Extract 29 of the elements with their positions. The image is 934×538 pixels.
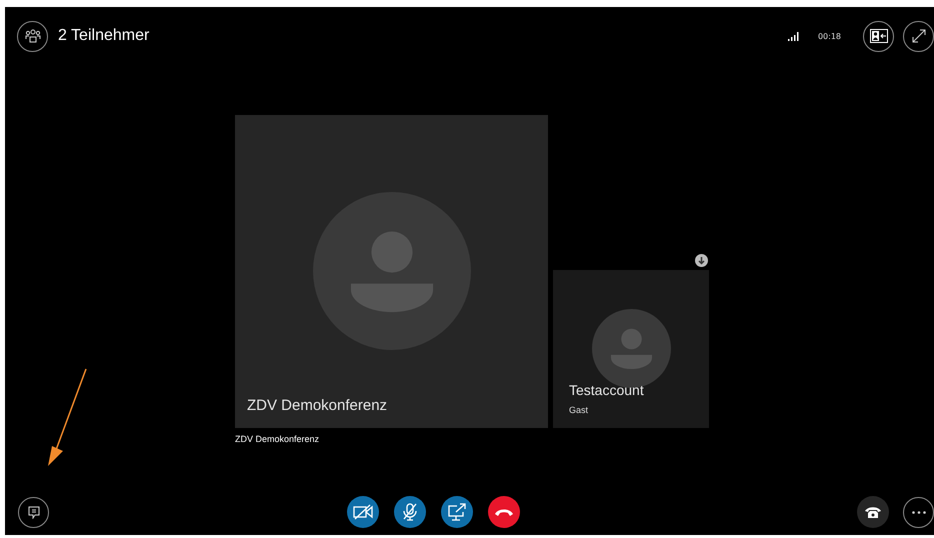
- signal-icon: [788, 32, 800, 40]
- participant-count: 2 Teilnehmer: [58, 27, 150, 45]
- chat-icon: [28, 506, 40, 518]
- avatar-icon: [312, 192, 470, 350]
- hang-up-icon: [494, 507, 514, 517]
- mic-off-icon: [402, 503, 418, 521]
- download-icon[interactable]: [695, 254, 708, 267]
- hangup-button[interactable]: [488, 496, 520, 528]
- participant-name: ZDV Demokonferenz: [247, 397, 388, 414]
- contact-card-icon: [870, 29, 888, 43]
- participant-role: Gast: [569, 405, 588, 415]
- share-screen-icon: [446, 503, 466, 521]
- telephone-icon: [865, 506, 881, 518]
- participant-name: Testaccount: [569, 382, 644, 398]
- share-button[interactable]: [440, 496, 472, 528]
- more-icon: [912, 510, 926, 514]
- fullscreen-button[interactable]: [903, 20, 934, 52]
- chat-button[interactable]: [18, 496, 49, 528]
- expand-icon: [912, 29, 926, 43]
- people-icon: [24, 29, 40, 43]
- participants-button[interactable]: [17, 20, 48, 52]
- dialpad-button[interactable]: [857, 496, 889, 528]
- video-button[interactable]: [346, 496, 378, 528]
- mic-button[interactable]: [394, 496, 426, 528]
- camera-off-icon: [352, 504, 372, 520]
- call-timer: 00:18: [818, 32, 841, 40]
- contact-card-button[interactable]: [863, 20, 894, 52]
- speaker-caption: ZDV Demokonferenz: [235, 434, 320, 444]
- more-button[interactable]: [903, 496, 934, 528]
